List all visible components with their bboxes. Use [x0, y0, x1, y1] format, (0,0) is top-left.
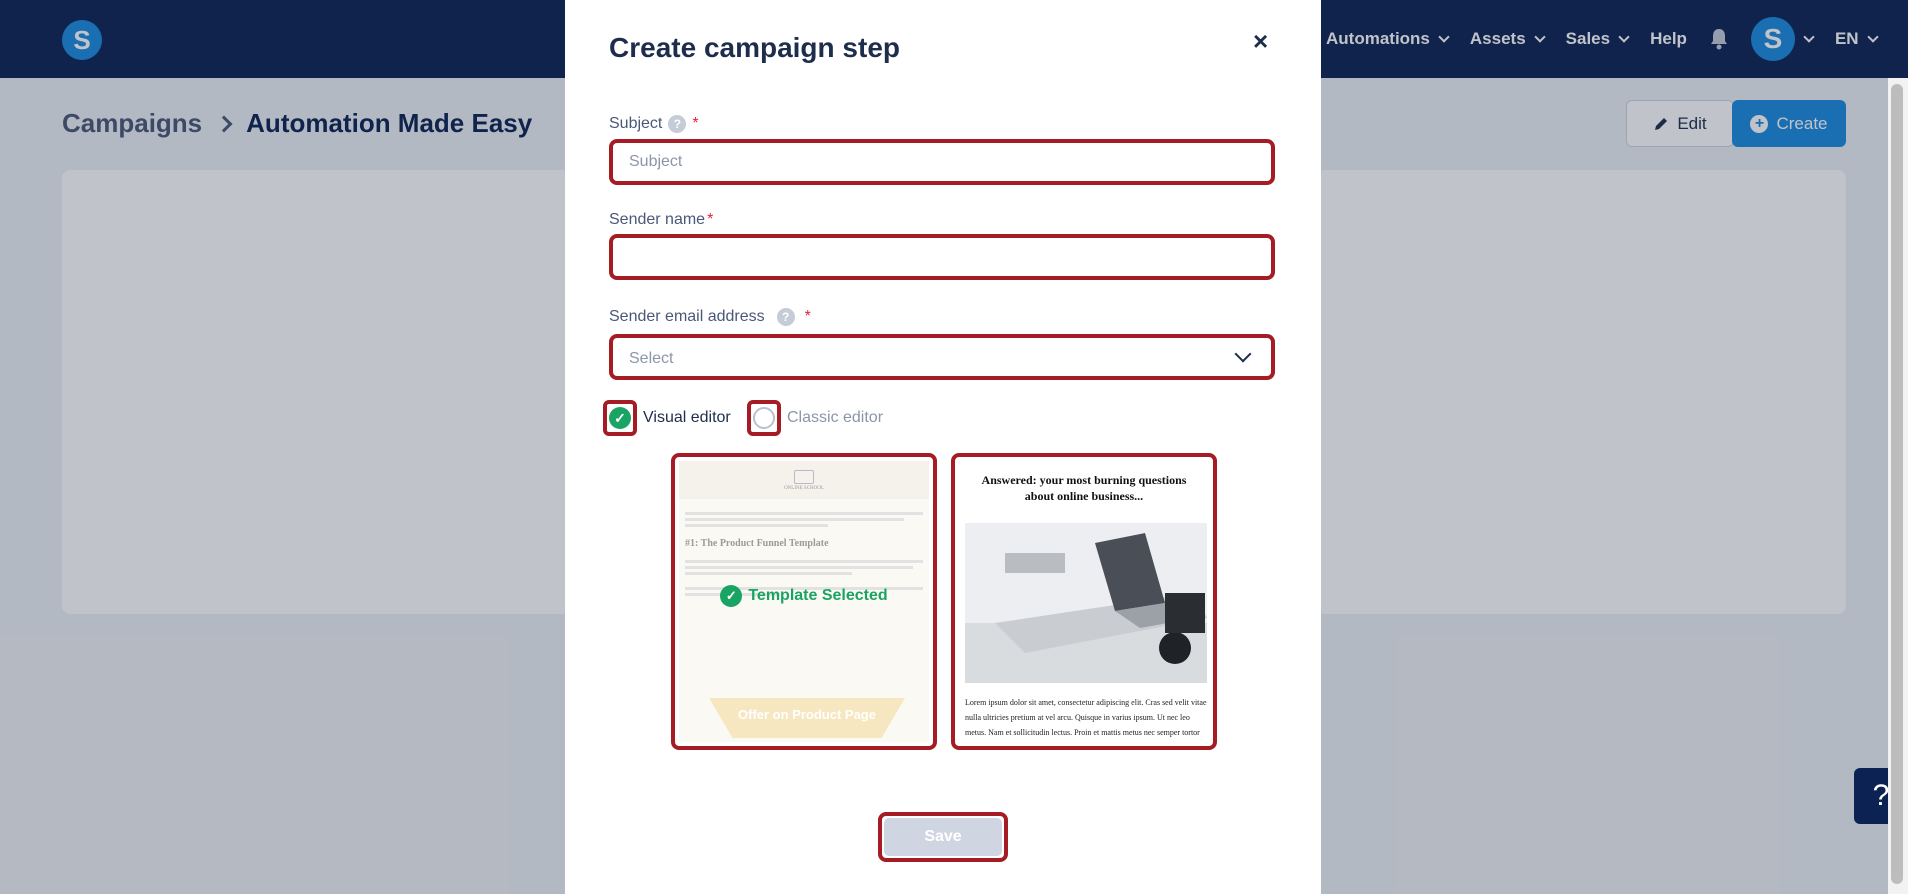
required-marker: * — [804, 308, 811, 325]
template-card-1[interactable]: ONLINE SCHOOL #1: The Product Funnel Tem… — [671, 453, 937, 750]
template-offer-banner: Offer on Product Page — [709, 698, 905, 738]
sender-email-label: Sender email address ? * — [609, 308, 811, 326]
sender-email-label-text: Sender email address — [609, 308, 765, 325]
chevron-down-icon — [1234, 345, 1252, 363]
required-marker: * — [707, 211, 714, 228]
save-button[interactable]: Save — [884, 818, 1002, 856]
template-preview: Answered: your most burning questions ab… — [959, 461, 1209, 742]
radio-empty-icon — [753, 407, 775, 429]
template-header: ONLINE SCHOOL — [679, 461, 929, 499]
subject-label: Subject ? * — [609, 115, 699, 133]
template-logo-text: ONLINE SCHOOL — [784, 485, 824, 491]
sender-name-label-text: Sender name — [609, 211, 706, 228]
sender-name-label: Sender name * — [609, 211, 713, 229]
template-heading: #1: The Product Funnel Template — [685, 538, 829, 549]
subject-field-wrapper — [609, 139, 1275, 185]
classic-editor-label: Classic editor — [787, 409, 884, 426]
template-card-2[interactable]: Answered: your most burning questions ab… — [951, 453, 1217, 750]
template-selected-indicator: ✓ Template Selected — [675, 585, 933, 607]
classic-editor-option[interactable]: Classic editor — [747, 400, 883, 436]
template-body-text: Lorem ipsum dolor sit amet, consectetur … — [965, 698, 1207, 738]
template-selected-label: Template Selected — [748, 587, 888, 604]
help-icon[interactable]: ? — [776, 308, 795, 326]
book-icon — [794, 469, 814, 484]
template-paragraph — [679, 499, 929, 527]
sender-email-placeholder: Select — [629, 350, 674, 367]
save-button-wrapper: Save — [878, 812, 1008, 862]
modal-title: Create campaign step — [609, 32, 900, 63]
close-icon[interactable]: × — [1253, 26, 1268, 57]
template-title: Answered: your most burning questions ab… — [981, 473, 1187, 503]
sender-email-select[interactable]: Select — [609, 334, 1275, 380]
check-circle-icon: ✓ — [720, 585, 743, 607]
sender-name-field-wrapper — [609, 234, 1275, 280]
subject-input[interactable] — [613, 143, 1271, 181]
scrollbar-thumb[interactable] — [1891, 84, 1903, 884]
check-icon: ✓ — [609, 407, 631, 429]
classic-editor-radio-wrapper[interactable] — [747, 400, 781, 436]
laptop-photo — [965, 523, 1207, 683]
help-icon[interactable]: ? — [668, 115, 687, 133]
visual-editor-radio-wrapper[interactable]: ✓ — [603, 400, 637, 436]
sender-name-input[interactable] — [613, 238, 1271, 276]
required-marker: * — [692, 115, 699, 132]
visual-editor-option[interactable]: ✓ Visual editor — [603, 400, 731, 436]
visual-editor-label: Visual editor — [643, 409, 731, 426]
subject-label-text: Subject — [609, 115, 663, 132]
page-scrollbar[interactable] — [1888, 78, 1908, 894]
create-campaign-step-modal: Create campaign step × Subject ? * Sende… — [565, 0, 1321, 894]
